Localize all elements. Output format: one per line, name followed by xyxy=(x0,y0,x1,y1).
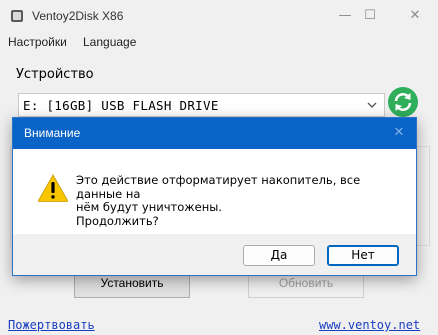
minimize-button[interactable]: — xyxy=(335,6,355,26)
menu-item-settings[interactable]: Настройки xyxy=(8,35,67,49)
no-button[interactable]: Нет xyxy=(327,245,399,266)
device-group: Устройство E: [16GB] USB FLASH DRIVE xyxy=(10,64,428,119)
device-group-label: Устройство xyxy=(16,67,94,82)
menu-bar: Настройки Language xyxy=(0,32,438,52)
menu-item-language[interactable]: Language xyxy=(83,35,136,49)
dialog-title: Внимание xyxy=(24,126,81,140)
dialog-close-button[interactable]: ✕ xyxy=(390,124,408,142)
website-link[interactable]: www.ventoy.net xyxy=(319,318,420,332)
device-dropdown[interactable]: E: [16GB] USB FLASH DRIVE xyxy=(18,93,385,117)
chevron-down-icon xyxy=(367,102,377,108)
ventoy-app-icon xyxy=(11,10,23,22)
yes-button[interactable]: Да xyxy=(243,245,315,266)
close-window-button[interactable]: ✕ xyxy=(405,6,425,26)
warning-dialog: Внимание ✕ Это действие отформатирует на… xyxy=(12,117,417,276)
warning-icon xyxy=(37,174,69,202)
title-bar: Ventoy2Disk X86 — ☐ ✕ xyxy=(0,0,438,32)
device-dropdown-value: E: [16GB] USB FLASH DRIVE xyxy=(23,98,219,113)
refresh-icon[interactable] xyxy=(387,86,419,118)
dialog-title-bar: Внимание ✕ xyxy=(13,118,416,149)
window-title: Ventoy2Disk X86 xyxy=(32,9,124,23)
maximize-button[interactable]: ☐ xyxy=(360,6,380,26)
dialog-body: Это действие отформатирует накопитель, в… xyxy=(13,149,416,234)
dialog-message: Это действие отформатирует накопитель, в… xyxy=(76,173,361,228)
donate-link[interactable]: Пожертвовать xyxy=(8,318,95,332)
